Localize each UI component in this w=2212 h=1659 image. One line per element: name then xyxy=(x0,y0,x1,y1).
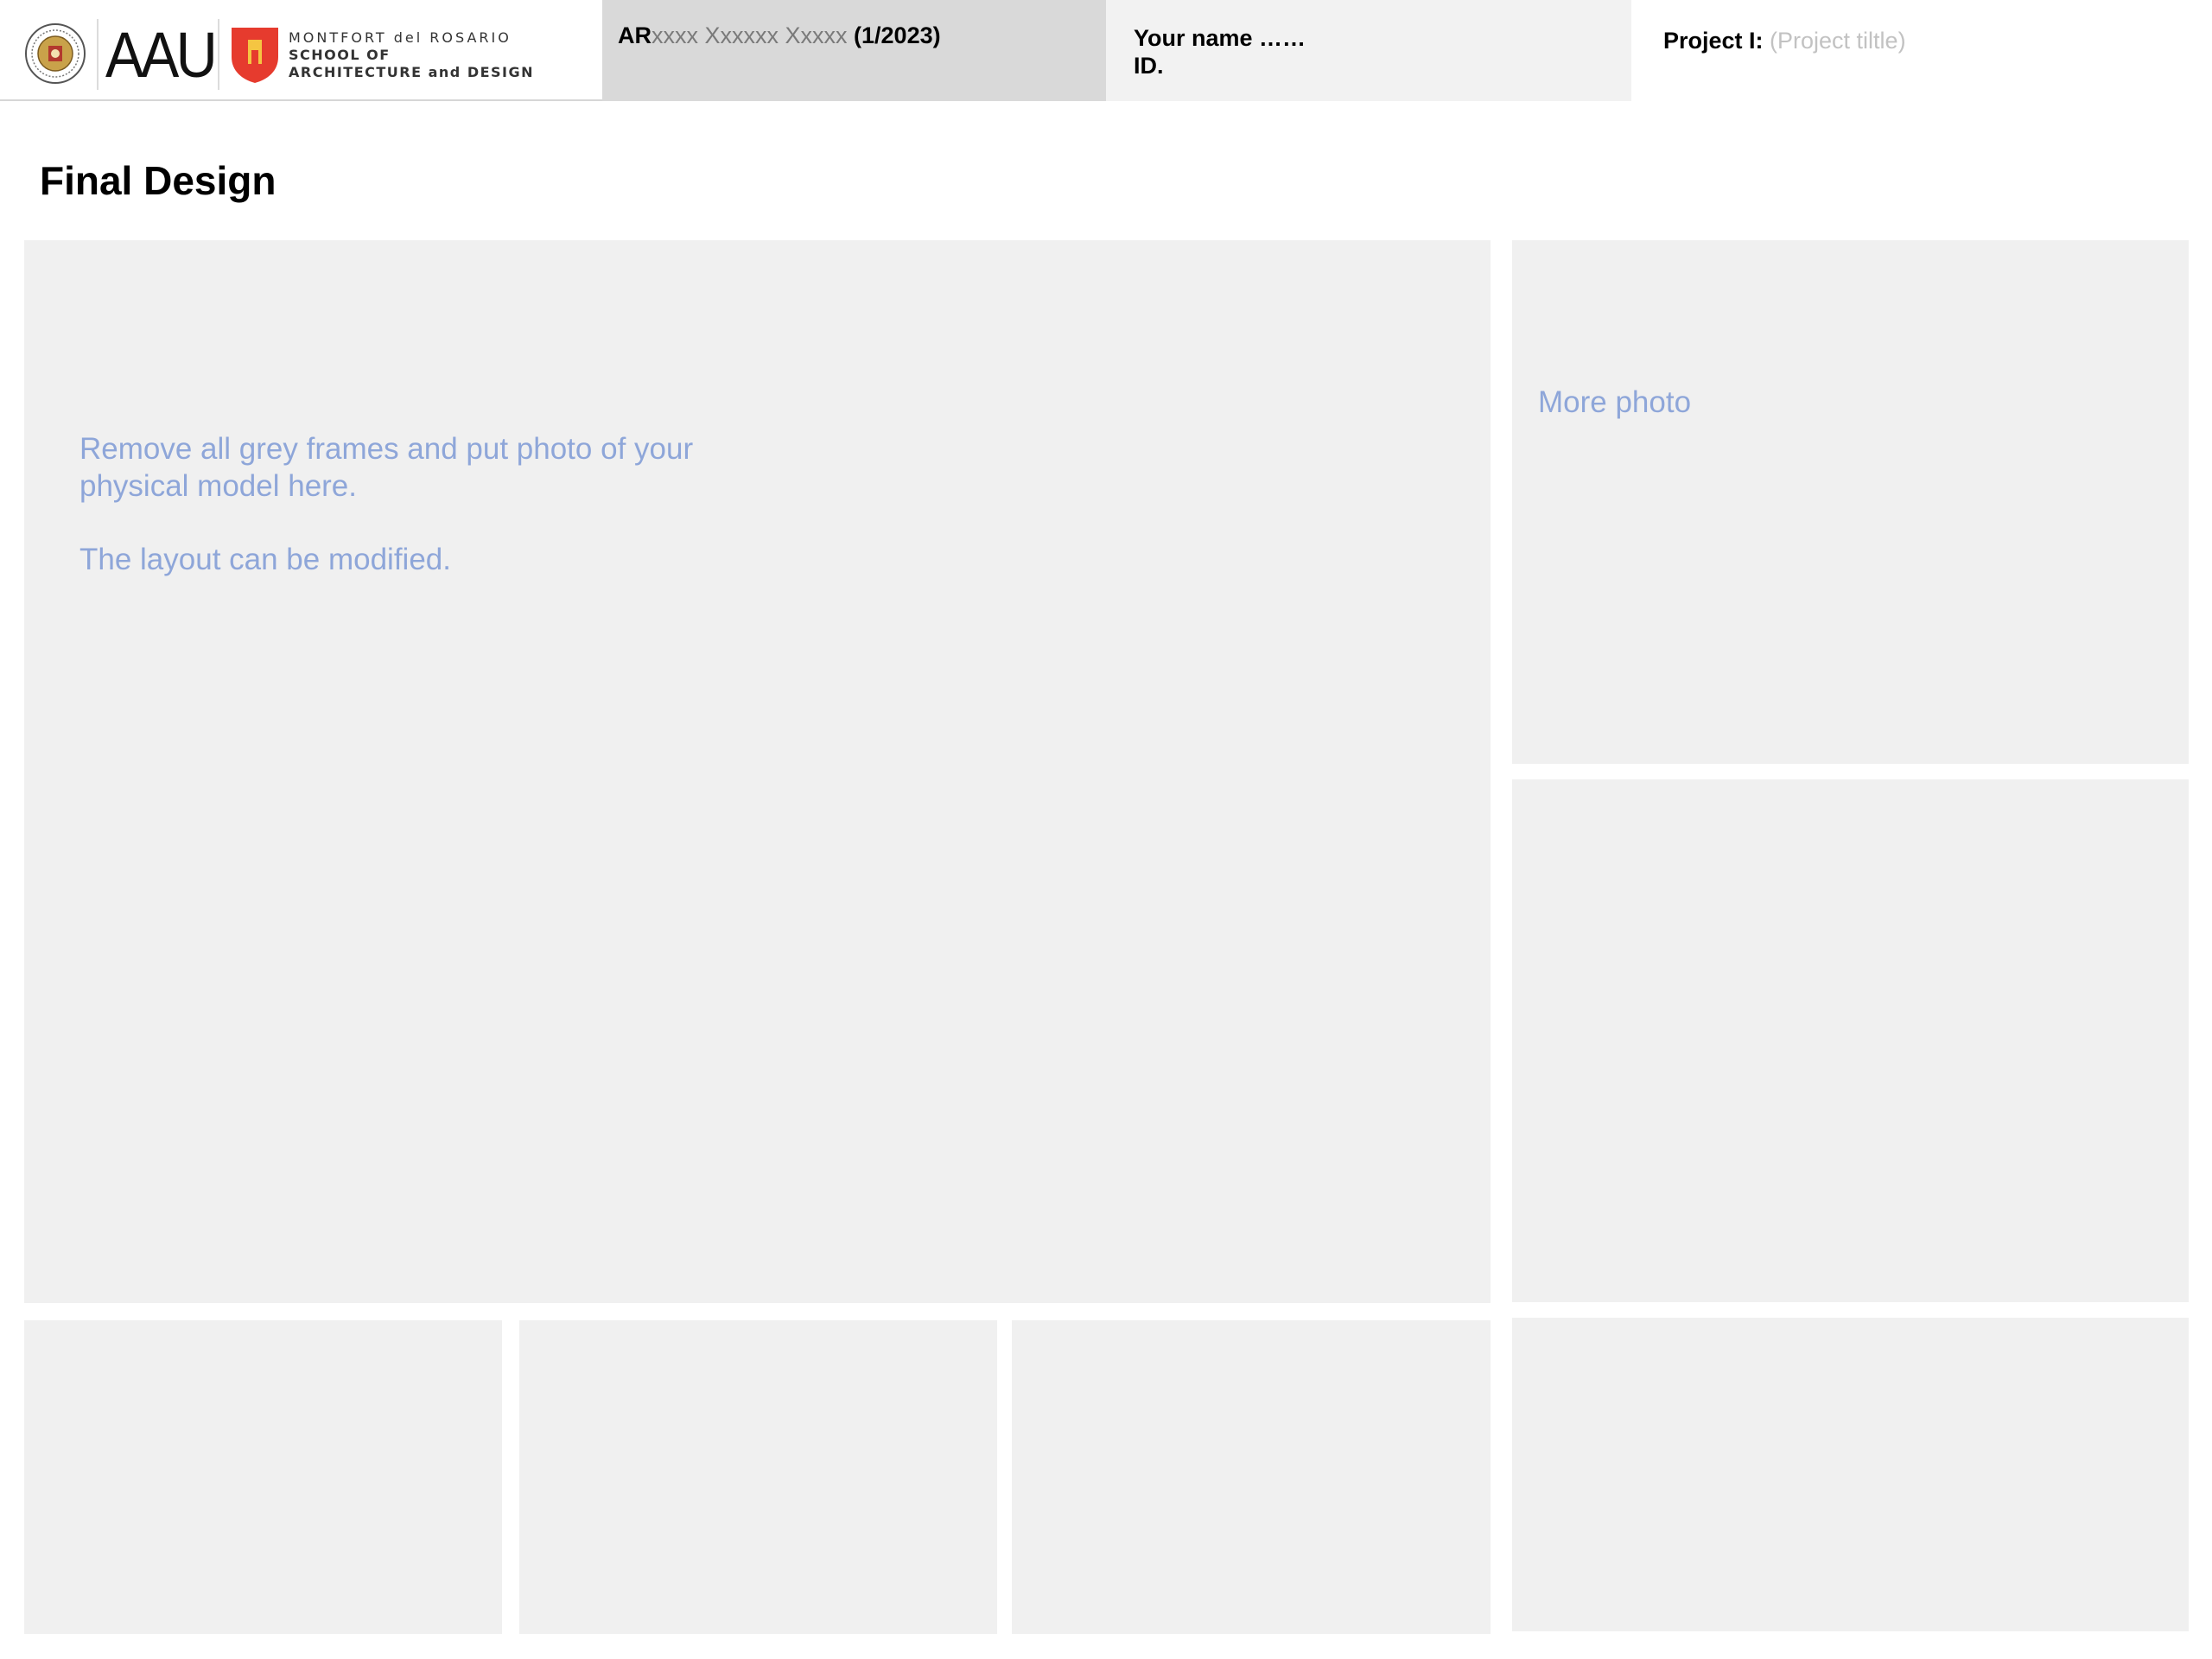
logo-divider xyxy=(218,19,219,90)
aau-logo: AAU xyxy=(105,19,218,91)
main-photo-instruction: Remove all grey frames and put photo of … xyxy=(79,432,694,503)
project-title-placeholder: (Project tiltle) xyxy=(1770,28,1906,54)
course-placeholder: xxxx Xxxxxx Xxxxx xyxy=(652,22,848,48)
project-label: Project I: xyxy=(1663,28,1770,54)
project-title-field[interactable]: Project I: (Project tiltle) xyxy=(1631,0,2212,101)
school-name: MONTFORT del ROSARIO SCHOOL OF ARCHITECT… xyxy=(289,29,535,80)
main-photo-frame[interactable]: Remove all grey frames and put photo of … xyxy=(24,240,1491,1303)
side-photo-frame[interactable] xyxy=(1512,779,2189,1302)
logo-block: AAU MONTFORT del ROSARIO SCHOOL OF ARCHI… xyxy=(0,0,602,101)
course-code-field[interactable]: ARxxxx Xxxxxx Xxxxx (1/2023) xyxy=(602,0,1106,101)
course-term: (1/2023) xyxy=(847,22,941,48)
page-title: Final Design xyxy=(40,158,276,203)
bottom-photo-frame[interactable] xyxy=(1012,1320,1491,1634)
student-id-label: ID. xyxy=(1134,53,1164,79)
school-shield-icon xyxy=(232,28,278,83)
bottom-photo-frame[interactable] xyxy=(24,1320,502,1634)
more-photo-label: More photo xyxy=(1538,385,1692,419)
university-seal-icon xyxy=(25,23,86,84)
bottom-photo-frame[interactable] xyxy=(519,1320,997,1634)
header-bar: AAU MONTFORT del ROSARIO SCHOOL OF ARCHI… xyxy=(0,0,2212,101)
student-info-field[interactable]: Your name …… ID. xyxy=(1106,0,1631,101)
bottom-photo-frame[interactable] xyxy=(1512,1318,2189,1631)
logo-divider xyxy=(97,19,99,90)
side-photo-frame[interactable]: More photo xyxy=(1512,240,2189,764)
student-name-label: Your name …… xyxy=(1134,25,1306,51)
layout-note: The layout can be modified. xyxy=(79,543,451,576)
course-prefix: AR xyxy=(618,22,652,48)
